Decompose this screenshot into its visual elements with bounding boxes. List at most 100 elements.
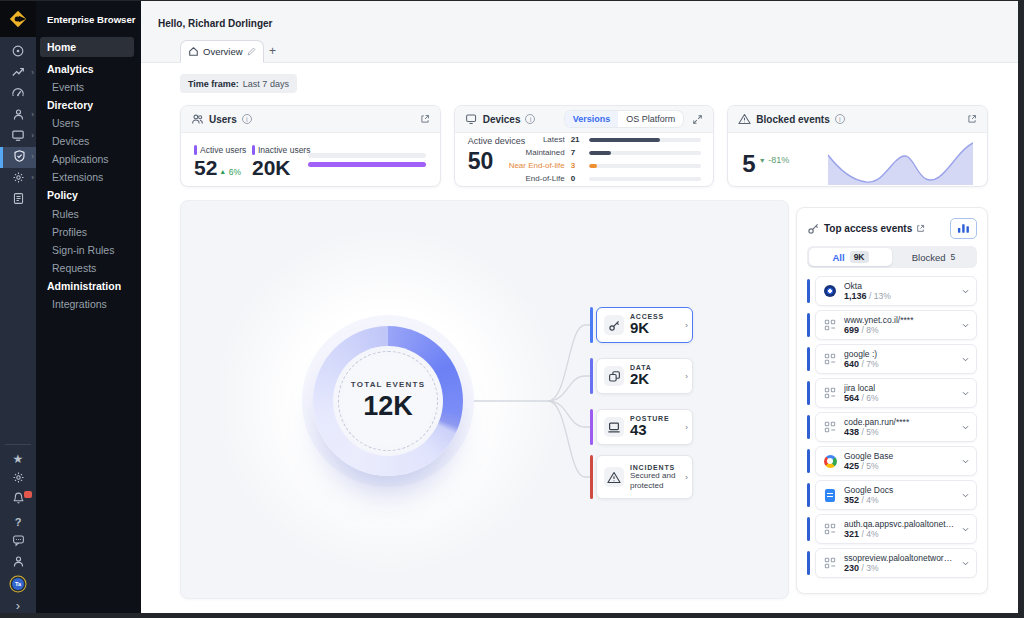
rail-avatar-button[interactable]: Ta: [0, 573, 36, 594]
event-accent-bar: [807, 381, 810, 405]
rail-directory-button[interactable]: ›: [0, 105, 36, 126]
chevron-right-icon: ›: [685, 423, 688, 432]
filter-all[interactable]: All 9K: [809, 248, 892, 266]
toggle-versions[interactable]: Versions: [565, 111, 619, 127]
app-logo[interactable]: [0, 1, 36, 37]
access-event-row[interactable]: Google Docs352 / 4%: [807, 480, 977, 510]
rail-help-button[interactable]: ?: [0, 510, 36, 531]
user-avatar[interactable]: Ta: [12, 578, 24, 590]
access-event-row[interactable]: Google Base425 / 5%: [807, 446, 977, 476]
edit-icon[interactable]: [247, 47, 256, 56]
info-icon[interactable]: i: [525, 114, 535, 124]
insights-icon: [11, 86, 25, 104]
access-event-row[interactable]: jira local564 / 6%: [807, 378, 977, 408]
node-accent-bar: [590, 409, 593, 445]
generic-favicon: [824, 353, 836, 365]
sidebar-item-rules[interactable]: Rules: [36, 205, 141, 223]
node-posture[interactable]: POSTURE43›: [590, 409, 693, 445]
timeframe-filter[interactable]: Time frame: Last 7 days: [180, 74, 297, 93]
sidebar-item-home[interactable]: Home: [40, 37, 134, 57]
rail-favorites-button[interactable]: ★: [0, 447, 36, 468]
devices-icon: [11, 128, 25, 146]
chevron-right-icon: ›: [31, 132, 34, 140]
access-event-row[interactable]: code.pan.run/****438 / 5%: [807, 412, 977, 442]
sidebar: Enterprise Browser HomeAnalyticsEventsDi…: [36, 1, 141, 613]
chevron-down-icon: [962, 458, 969, 465]
preferences-icon: [12, 470, 25, 488]
event-accent-bar: [807, 279, 810, 303]
feedback-icon: [12, 533, 25, 551]
rail-collapse-button[interactable]: ›: [0, 594, 36, 615]
access-event-row[interactable]: auth.qa.appsvc.paloaltonetwo...321 / 4%: [807, 514, 977, 544]
incidents-icon: [604, 467, 624, 487]
users-card: Users i Active users 52▲ 6% Inactive use…: [180, 105, 441, 187]
expand-icon[interactable]: [692, 114, 703, 125]
sidebar-item-extensions[interactable]: Extensions: [36, 168, 141, 186]
device-version-row: Maintained7: [503, 147, 702, 158]
chevron-down-icon: [962, 390, 969, 397]
app-title: Enterprise Browser: [36, 1, 141, 37]
sidebar-item-users[interactable]: Users: [36, 114, 141, 132]
chevron-right-icon: ›: [31, 153, 34, 161]
directory-icon: [12, 107, 25, 125]
blocked-events-card-header: Blocked events i: [728, 106, 987, 133]
rail-preferences-button[interactable]: [0, 468, 36, 489]
sidebar-item-devices[interactable]: Devices: [36, 132, 141, 150]
filter-blocked[interactable]: Blocked 5: [892, 248, 975, 266]
event-accent-bar: [807, 313, 810, 337]
toggle-os-platform[interactable]: OS Platform: [618, 111, 683, 127]
analytics-icon: [11, 65, 25, 83]
node-accent-bar: [590, 307, 593, 343]
tab-overview[interactable]: Overview: [180, 40, 264, 63]
open-link-icon[interactable]: [420, 114, 430, 124]
rail-settings-button[interactable]: ›: [0, 168, 36, 189]
sidebar-item-profiles[interactable]: Profiles: [36, 223, 141, 241]
access-event-row[interactable]: ssopreview.paloaltonetworks....230 / 3%: [807, 548, 977, 578]
node-access[interactable]: ACCESS9K›: [590, 307, 693, 343]
sidebar-item-sign-in-rules[interactable]: Sign-in Rules: [36, 241, 141, 259]
node-incidents[interactable]: INCIDENTSSecured andprotected›: [590, 455, 693, 499]
rail-profile-button[interactable]: [0, 552, 36, 573]
posture-icon: [604, 417, 624, 437]
node-accent-bar: [590, 455, 593, 499]
sidebar-item-requests[interactable]: Requests: [36, 259, 141, 277]
info-icon[interactable]: i: [835, 114, 845, 124]
open-link-icon[interactable]: [916, 224, 925, 233]
google-docs-favicon: [825, 489, 835, 502]
users-icon: [191, 113, 204, 125]
rail-logs-button[interactable]: [0, 189, 36, 210]
sidebar-item-events[interactable]: Events: [36, 78, 141, 96]
rail-analytics-button[interactable]: ›: [0, 63, 36, 84]
event-accent-bar: [807, 347, 810, 371]
total-events-donut[interactable]: TOTAL EVENTS 12K: [313, 326, 463, 476]
devices-toggle[interactable]: Versions OS Platform: [565, 111, 684, 127]
inactive-users-stat: Inactive users 20K: [252, 145, 310, 180]
chevron-down-icon: [962, 322, 969, 329]
node-data[interactable]: DATA2K›: [590, 358, 693, 394]
info-icon[interactable]: i: [242, 114, 252, 124]
home-icon: [188, 46, 199, 57]
rail-policy-button[interactable]: ›: [0, 147, 36, 168]
event-accent-bar: [807, 415, 810, 439]
chevron-down-icon: [962, 424, 969, 431]
settings-icon: [12, 170, 25, 188]
rail-feedback-button[interactable]: [0, 531, 36, 552]
access-event-row[interactable]: www.ynet.co.il/****699 / 8%: [807, 310, 977, 340]
active-users-stat: Active users 52▲ 6%: [194, 145, 246, 180]
chevron-down-icon: [962, 356, 969, 363]
access-event-row[interactable]: Okta1,136 / 13%: [807, 276, 977, 306]
sidebar-item-applications[interactable]: Applications: [36, 150, 141, 168]
rail-insights-button[interactable]: [0, 84, 36, 105]
generic-favicon: [824, 387, 836, 399]
chart-view-button[interactable]: [950, 218, 977, 239]
rail-notifications-button[interactable]: [0, 489, 36, 510]
sidebar-item-integrations[interactable]: Integrations: [36, 295, 141, 313]
dashboard-content: Time frame: Last 7 days Users i Active u…: [141, 64, 1018, 613]
favorites-icon: ★: [13, 449, 24, 467]
access-event-row[interactable]: google :)640 / 7%: [807, 344, 977, 374]
rail-home-button[interactable]: [0, 42, 36, 63]
rail-devices-button[interactable]: ›: [0, 126, 36, 147]
open-link-icon[interactable]: [967, 114, 977, 124]
add-tab-button[interactable]: +: [269, 45, 276, 57]
events-filter-toggle: All 9K Blocked 5: [807, 246, 977, 268]
